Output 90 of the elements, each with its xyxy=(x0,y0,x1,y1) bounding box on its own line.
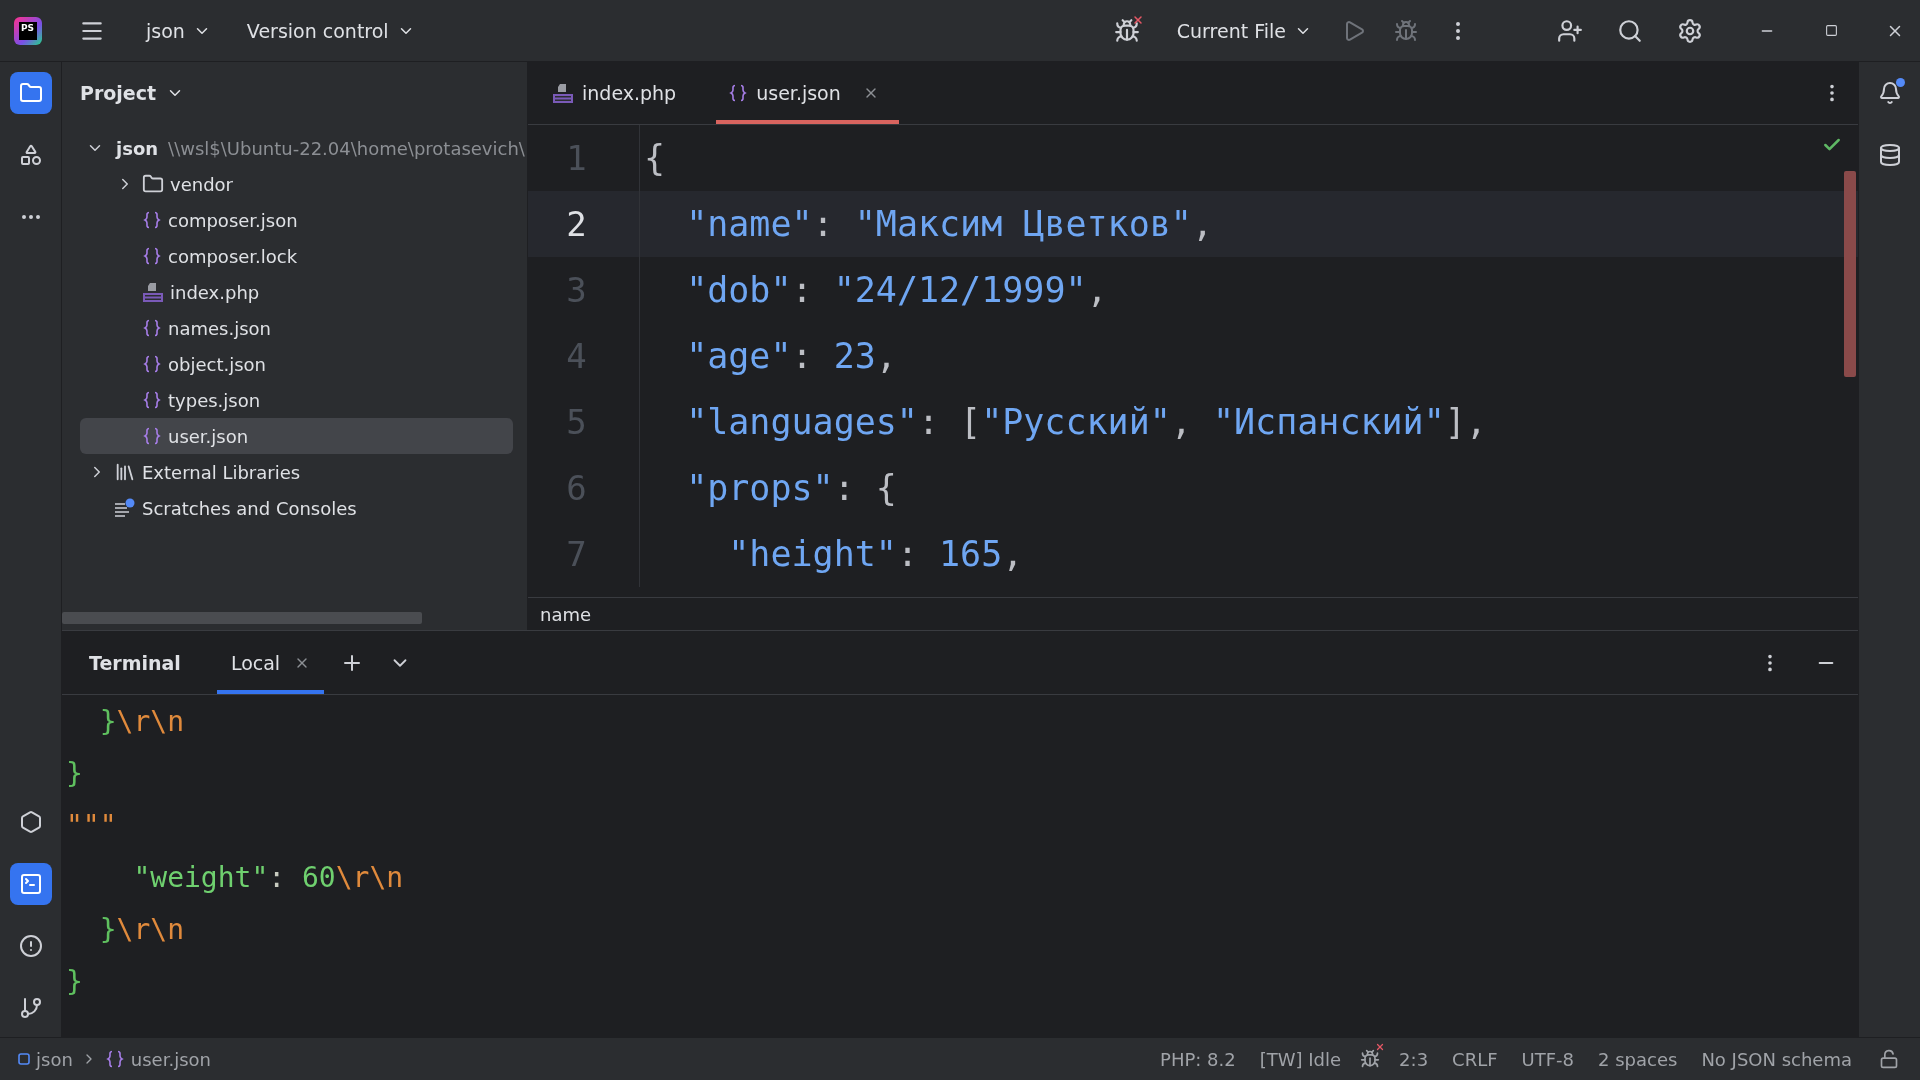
vcs-dropdown[interactable]: Version control xyxy=(234,13,427,48)
scrollbar[interactable] xyxy=(1844,171,1856,377)
tree-item-label: composer.lock xyxy=(168,245,298,267)
maximize-icon[interactable] xyxy=(1824,24,1838,37)
tree-item[interactable]: composer.lock xyxy=(80,238,513,274)
status-item[interactable]: UTF-8 xyxy=(1521,1048,1575,1070)
terminal-line: }\r\n xyxy=(98,912,184,946)
libraries-icon xyxy=(114,461,136,483)
tree-item[interactable]: types.json xyxy=(80,382,513,418)
tree-item[interactable]: user.json xyxy=(80,418,513,454)
terminal-line: """ xyxy=(66,808,117,842)
code-line: "props": { xyxy=(685,468,897,508)
status-item[interactable]: No JSON schema xyxy=(1701,1048,1852,1070)
terminal-tab[interactable]: Local xyxy=(216,631,325,694)
breadcrumb[interactable]: user.json xyxy=(130,1048,211,1070)
error-badge-icon xyxy=(1375,1042,1386,1052)
folder-icon[interactable] xyxy=(18,81,43,105)
bug-icon[interactable] xyxy=(1360,1049,1381,1069)
panel-title: Terminal xyxy=(89,651,181,674)
folder-icon xyxy=(142,173,164,195)
tree-item-label: user.json xyxy=(168,425,249,447)
tree-item[interactable]: names.json xyxy=(80,310,513,346)
braces-icon xyxy=(142,354,162,374)
module-icon xyxy=(18,1053,30,1065)
editor-tab[interactable]: user.json xyxy=(716,62,899,124)
status-item[interactable]: 2 spaces xyxy=(1598,1048,1678,1070)
code-line: "age": 23, xyxy=(685,336,897,376)
php-file-icon xyxy=(552,82,574,104)
terminal-line: } xyxy=(66,756,83,790)
tree-item[interactable]: object.json xyxy=(80,346,513,382)
tree-item[interactable]: External Libraries xyxy=(80,454,513,490)
settings-icon[interactable] xyxy=(1677,17,1703,44)
tree-item-label: Scratches and Consoles xyxy=(142,497,357,519)
code-line: "languages": ["Русский", "Испанский"], xyxy=(685,402,1487,442)
error-badge-icon xyxy=(1131,13,1144,26)
tree-item[interactable]: vendor xyxy=(80,166,513,202)
tool-window-button[interactable] xyxy=(9,863,52,905)
code-line: { xyxy=(643,138,666,178)
braces-icon xyxy=(142,390,162,410)
tree-item-label: index.php xyxy=(170,281,260,303)
app-logo: PS xyxy=(14,16,42,45)
search-icon[interactable] xyxy=(1617,17,1643,44)
breadcrumb[interactable]: name xyxy=(540,603,592,625)
scratches-icon xyxy=(114,498,136,518)
tree-item[interactable]: Scratches and Consoles xyxy=(80,490,513,526)
status-item[interactable]: 2:3 xyxy=(1399,1048,1429,1070)
line-number: 2 xyxy=(528,191,640,257)
bell-icon[interactable] xyxy=(1877,81,1902,105)
tree-item[interactable]: composer.json xyxy=(80,202,513,238)
bug-icon[interactable] xyxy=(1113,17,1140,44)
code-line: "height": 165, xyxy=(727,534,1024,574)
code-line: "dob": "24/12/1999", xyxy=(685,270,1108,310)
tool-window-button[interactable] xyxy=(9,72,52,114)
tree-item-label: object.json xyxy=(168,353,266,375)
status-item[interactable]: CRLF xyxy=(1452,1048,1498,1070)
run-config-dropdown[interactable]: Current File xyxy=(1164,13,1324,48)
unlock-icon[interactable] xyxy=(1879,1049,1899,1069)
tree-item-label: types.json xyxy=(168,389,261,411)
project-dropdown[interactable]: json xyxy=(134,13,223,48)
terminal-line: "weight": 60\r\n xyxy=(132,860,404,894)
code-line: "name": "Максим Цветков", xyxy=(685,204,1213,244)
scrollbar[interactable] xyxy=(62,612,422,624)
status-item[interactable]: [TW] Idle xyxy=(1259,1048,1342,1070)
panel-title[interactable]: Project xyxy=(80,82,157,104)
user-add-icon[interactable] xyxy=(1557,17,1583,44)
status-item[interactable]: PHP: 8.2 xyxy=(1160,1048,1236,1070)
tree-item-label: json xyxy=(116,137,159,159)
editor-tab[interactable]: index.php xyxy=(540,62,697,124)
tree-item-label: vendor xyxy=(170,173,233,195)
braces-icon xyxy=(142,426,162,446)
braces-icon xyxy=(142,210,162,230)
problems-icon[interactable] xyxy=(18,934,43,958)
terminal-icon[interactable] xyxy=(18,872,43,896)
folder-path: \\wsl$\Ubuntu-22.04\home\protasevich\ xyxy=(168,137,525,159)
tree-item-label: External Libraries xyxy=(142,461,301,483)
tree-item-label: names.json xyxy=(168,317,271,339)
tree-item-label: composer.json xyxy=(168,209,298,231)
braces-icon xyxy=(142,246,162,266)
braces-icon xyxy=(142,318,162,338)
php-file-icon xyxy=(142,281,164,303)
database-icon[interactable] xyxy=(1877,143,1902,167)
structure-icon[interactable] xyxy=(18,143,43,167)
services-icon[interactable] xyxy=(18,810,43,834)
braces-icon xyxy=(728,83,749,103)
terminal-line: } xyxy=(66,964,83,998)
terminal-line: }\r\n xyxy=(98,704,184,738)
breadcrumb[interactable]: json xyxy=(36,1048,73,1070)
tree-item[interactable]: index.php xyxy=(80,274,513,310)
braces-icon xyxy=(104,1049,125,1069)
git-branch-icon[interactable] xyxy=(18,996,43,1020)
